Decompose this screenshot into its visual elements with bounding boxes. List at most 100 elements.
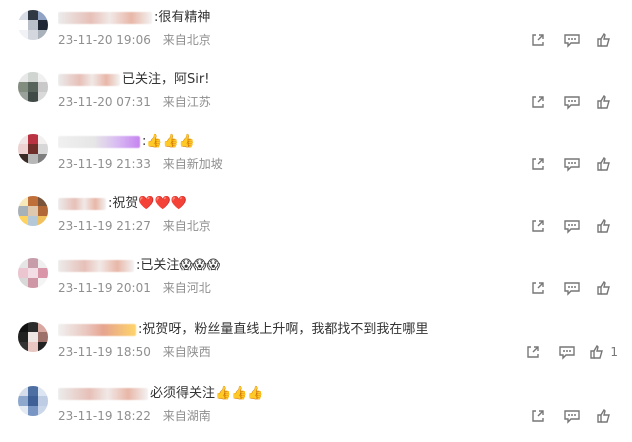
comment-icon (564, 220, 580, 234)
thumb-up-icon (596, 94, 610, 109)
comment-time: 23-11-20 07:31 (58, 95, 151, 109)
comment-location: 来自陕西 (162, 345, 211, 359)
reply-button[interactable] (560, 30, 584, 50)
comment-time: 23-11-19 18:50 (58, 345, 151, 359)
like-button[interactable]: 1 (589, 342, 618, 362)
comment-time: 23-11-19 20:01 (58, 281, 151, 295)
thumb-up-icon (596, 280, 610, 295)
comment-text: :祝贺❤️❤️❤️ (108, 196, 187, 211)
comment-text: :很有精神 (154, 10, 211, 25)
share-icon (532, 282, 544, 294)
comment-item: :祝贺❤️❤️❤️ 23-11-19 21:27 来自北京 (0, 190, 632, 248)
thumb-up-icon (590, 344, 604, 359)
share-button[interactable] (526, 406, 550, 426)
share-button[interactable] (526, 216, 550, 236)
share-icon (532, 34, 544, 46)
avatar[interactable] (18, 258, 48, 288)
comment-time: 23-11-19 21:27 (58, 219, 151, 233)
comment-actions (526, 216, 618, 236)
comment-meta: 23-11-20 19:06 来自北京 (58, 32, 211, 48)
thumb-up-icon (596, 32, 610, 47)
reply-button[interactable] (560, 92, 584, 112)
share-button[interactable] (526, 278, 550, 298)
reply-button[interactable] (560, 154, 584, 174)
avatar[interactable] (18, 72, 48, 102)
reply-button[interactable] (560, 216, 584, 236)
comment-meta: 23-11-19 18:22 来自湖南 (58, 408, 211, 424)
share-icon (527, 346, 540, 358)
share-button[interactable] (526, 154, 550, 174)
comment-text: 已关注，阿Sir! (122, 72, 210, 87)
like-button[interactable] (594, 216, 618, 236)
comment-actions (526, 406, 618, 426)
like-button[interactable] (594, 30, 618, 50)
comment-content: :👍👍👍 (58, 132, 552, 152)
blurred-username[interactable] (58, 388, 148, 400)
comment-location: 来自江苏 (162, 95, 211, 109)
share-icon (532, 410, 544, 422)
comment-icon (564, 282, 580, 296)
comment-text: 必须得关注👍👍👍 (150, 386, 264, 401)
thumb-up-icon (596, 218, 610, 233)
comment-item: 必须得关注👍👍👍 23-11-19 18:22 来自湖南 (0, 380, 632, 438)
like-button[interactable] (594, 92, 618, 112)
comment-meta: 23-11-19 18:50 来自陕西 (58, 344, 211, 360)
share-button[interactable] (526, 92, 550, 112)
comment-meta: 23-11-19 21:27 来自北京 (58, 218, 211, 234)
avatar[interactable] (18, 196, 48, 226)
comment-time: 23-11-20 19:06 (58, 33, 151, 47)
blurred-username[interactable] (58, 74, 120, 86)
comment-item: 已关注，阿Sir! 23-11-20 07:31 来自江苏 (0, 66, 632, 124)
comment-actions (526, 154, 618, 174)
share-button[interactable] (526, 30, 550, 50)
comment-item: :已关注😱😱😱 23-11-19 20:01 来自河北 (0, 252, 632, 310)
comment-text: :已关注😱😱😱 (136, 258, 221, 273)
blurred-username[interactable] (58, 198, 106, 210)
comment-location: 来自河北 (162, 281, 211, 295)
comment-actions (526, 92, 618, 112)
comment-location: 来自北京 (162, 219, 211, 233)
blurred-username[interactable] (58, 260, 134, 272)
reply-button[interactable] (560, 406, 584, 426)
comment-icon (564, 410, 580, 424)
comment-location: 来自北京 (162, 33, 211, 47)
share-icon (532, 96, 544, 108)
avatar[interactable] (18, 134, 48, 164)
comment-time: 23-11-19 18:22 (58, 409, 151, 423)
comment-icon (564, 158, 580, 172)
comment-location: 来自新加坡 (162, 157, 223, 171)
share-button[interactable] (521, 342, 545, 362)
comment-icon (564, 96, 580, 110)
reply-button[interactable] (555, 342, 579, 362)
reply-button[interactable] (560, 278, 584, 298)
comment-actions: 1 (521, 342, 618, 362)
comment-meta: 23-11-19 20:01 来自河北 (58, 280, 211, 296)
avatar[interactable] (18, 386, 48, 416)
comment-time: 23-11-19 21:33 (58, 157, 151, 171)
blurred-username[interactable] (58, 324, 136, 336)
thumb-up-icon (596, 408, 610, 423)
like-button[interactable] (594, 278, 618, 298)
comment-actions (526, 278, 618, 298)
avatar[interactable] (18, 10, 48, 40)
comment-content: :很有精神 (58, 8, 552, 28)
comment-content: :祝贺呀，粉丝量直线上升啊，我都找不到我在哪里 (58, 320, 552, 340)
like-count: 1 (610, 345, 618, 359)
comment-item: :很有精神 23-11-20 19:06 来自北京 (0, 4, 632, 62)
comment-content: :已关注😱😱😱 (58, 256, 552, 276)
comment-list: :很有精神 23-11-20 19:06 来自北京 已关注，阿Sir! 23-1… (0, 0, 632, 442)
comment-item: :👍👍👍 23-11-19 21:33 来自新加坡 (0, 128, 632, 186)
comment-content: 已关注，阿Sir! (58, 70, 552, 90)
comment-text: :👍👍👍 (142, 134, 195, 149)
like-button[interactable] (594, 406, 618, 426)
blurred-username[interactable] (58, 136, 140, 148)
like-button[interactable] (594, 154, 618, 174)
blurred-username[interactable] (58, 12, 152, 24)
comment-icon (564, 34, 580, 48)
avatar[interactable] (18, 322, 48, 352)
comment-location: 来自湖南 (162, 409, 211, 423)
comment-icon (559, 346, 576, 360)
thumb-up-icon (596, 156, 610, 171)
comment-meta: 23-11-19 21:33 来自新加坡 (58, 156, 223, 172)
share-icon (532, 220, 544, 232)
